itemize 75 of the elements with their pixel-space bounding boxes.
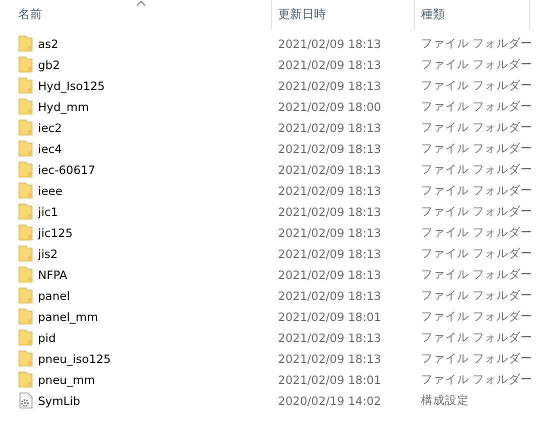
modified-date: 2020/02/19 14:02 <box>277 394 382 408</box>
file-name[interactable]: panel_mm <box>38 310 98 324</box>
folder-icon <box>18 140 33 157</box>
modified-date: 2021/02/09 18:01 <box>277 372 382 386</box>
modified-date: 2021/02/09 18:13 <box>277 288 382 302</box>
file-type: ファイル フォルダー <box>420 141 530 156</box>
file-name[interactable]: jic1 <box>38 204 58 218</box>
file-type: ファイル フォルダー <box>420 246 530 261</box>
column-header[interactable]: 種類 <box>415 0 530 30</box>
file-name[interactable]: Hyd_Iso125 <box>38 78 105 92</box>
file-type: ファイル フォルダー <box>420 309 530 324</box>
file-type: ファイル フォルダー <box>420 183 530 198</box>
modified-date: 2021/02/09 18:13 <box>277 352 382 366</box>
column-header[interactable]: 名前 <box>0 0 272 30</box>
file-name[interactable]: jis2 <box>38 246 58 260</box>
modified-date: 2021/02/09 18:13 <box>277 226 382 240</box>
folder-icon <box>18 266 33 283</box>
file-type: ファイル フォルダー <box>420 78 530 93</box>
file-name[interactable]: iec2 <box>38 120 62 134</box>
modified-date: 2021/02/09 18:13 <box>277 36 382 50</box>
folder-icon <box>18 98 33 115</box>
modified-date: 2021/02/09 18:13 <box>277 246 382 260</box>
folder-icon <box>18 224 33 241</box>
file-type: ファイル フォルダー <box>420 372 530 387</box>
folder-icon <box>18 287 33 304</box>
folder-icon <box>18 161 33 178</box>
folder-icon <box>18 350 33 367</box>
modified-date: 2021/02/09 18:13 <box>277 162 382 176</box>
file-name[interactable]: SymLib <box>38 394 80 408</box>
file-name[interactable]: NFPA <box>38 268 68 282</box>
modified-date: 2021/02/09 18:13 <box>277 78 382 92</box>
file-name[interactable]: pid <box>38 330 56 344</box>
modified-date: 2021/02/09 18:13 <box>277 58 382 72</box>
file-type: ファイル フォルダー <box>420 120 530 135</box>
file-name[interactable]: ieee <box>38 184 62 198</box>
file-type: ファイル フォルダー <box>420 57 530 72</box>
modified-date: 2021/02/09 18:13 <box>277 142 382 156</box>
file-name[interactable]: panel <box>38 288 70 302</box>
file-type: ファイル フォルダー <box>420 162 530 177</box>
folder-icon <box>18 35 33 52</box>
settings-file-icon <box>18 392 33 409</box>
folder-icon <box>18 182 33 199</box>
folder-icon <box>18 245 33 262</box>
file-name[interactable]: pneu_iso125 <box>38 352 111 366</box>
file-name[interactable]: gb2 <box>38 58 60 72</box>
file-type: ファイル フォルダー <box>420 225 530 240</box>
file-type: ファイル フォルダー <box>420 204 530 219</box>
file-type: ファイル フォルダー <box>420 351 530 366</box>
file-name[interactable]: jic125 <box>38 226 73 240</box>
modified-date: 2021/02/09 18:13 <box>277 120 382 134</box>
folder-icon <box>18 77 33 94</box>
modified-date: 2021/02/09 18:13 <box>277 268 382 282</box>
file-name[interactable]: as2 <box>38 36 58 50</box>
modified-date: 2021/02/09 18:01 <box>277 310 382 324</box>
folder-icon <box>18 119 33 136</box>
folder-icon <box>18 308 33 325</box>
file-name[interactable]: pneu_mm <box>38 372 96 386</box>
file-type: ファイル フォルダー <box>420 288 530 303</box>
folder-icon <box>18 56 33 73</box>
file-name[interactable]: iec-60617 <box>38 162 96 176</box>
file-type: ファイル フォルダー <box>420 36 530 51</box>
folder-icon <box>18 371 33 388</box>
folder-icon <box>18 329 33 346</box>
modified-date: 2021/02/09 18:13 <box>277 330 382 344</box>
modified-date: 2021/02/09 18:00 <box>277 100 382 114</box>
file-type: ファイル フォルダー <box>420 99 530 114</box>
column-header[interactable]: 更新日時 <box>272 0 415 30</box>
file-type: 構成設定 <box>420 393 470 408</box>
file-name[interactable]: iec4 <box>38 142 62 156</box>
modified-date: 2021/02/09 18:13 <box>277 204 382 218</box>
file-type: ファイル フォルダー <box>420 267 530 282</box>
folder-icon <box>18 203 33 220</box>
file-type: ファイル フォルダー <box>420 330 530 345</box>
file-name[interactable]: Hyd_mm <box>38 100 89 114</box>
modified-date: 2021/02/09 18:13 <box>277 184 382 198</box>
